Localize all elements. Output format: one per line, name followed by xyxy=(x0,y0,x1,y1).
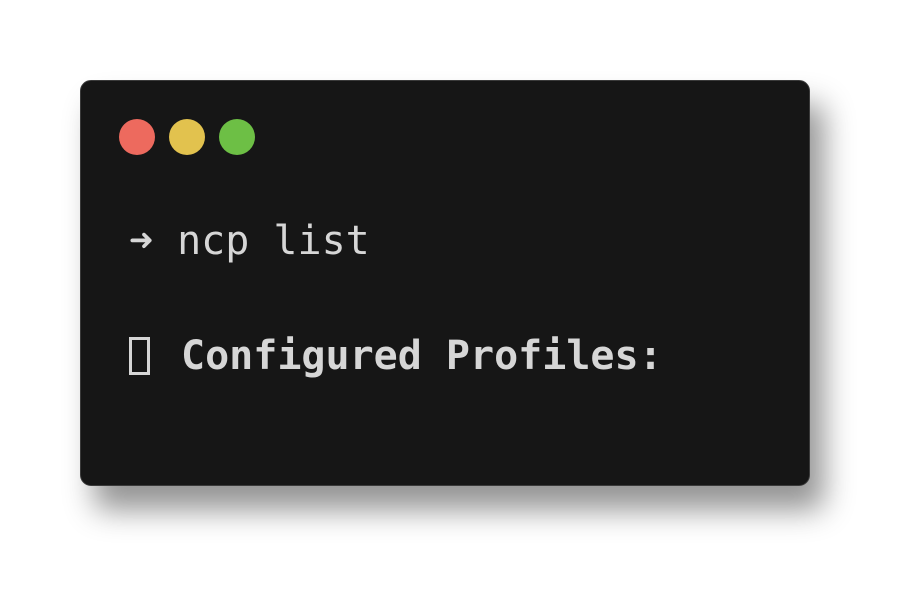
missing-glyph-icon xyxy=(129,337,150,375)
prompt-arrow-icon: ➜ xyxy=(129,218,154,264)
output-line: Configured Profiles: xyxy=(129,330,663,382)
maximize-button[interactable] xyxy=(219,119,255,155)
minimize-button[interactable] xyxy=(169,119,205,155)
command-line: ➜ ncp list xyxy=(129,215,370,267)
screenshot-stage: ➜ ncp list Configured Profiles: xyxy=(0,0,923,598)
command-text: ncp list xyxy=(177,218,370,264)
window-controls xyxy=(119,119,255,155)
output-text: Configured Profiles: xyxy=(181,333,663,379)
terminal-window: ➜ ncp list Configured Profiles: xyxy=(80,80,810,486)
close-button[interactable] xyxy=(119,119,155,155)
